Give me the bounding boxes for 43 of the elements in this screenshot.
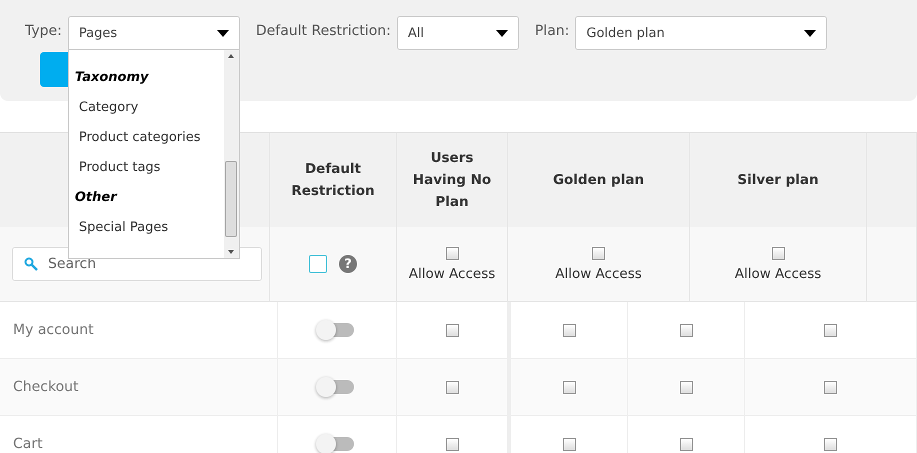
scroll-down-icon[interactable] (228, 250, 234, 254)
checkbox[interactable] (446, 324, 458, 336)
checkbox[interactable] (562, 380, 576, 394)
dropdown-option[interactable]: Product categories (68, 122, 224, 152)
caret-icon (496, 30, 508, 36)
allow-access-label: Allow Access (555, 266, 642, 282)
page-name: Cart (0, 416, 278, 453)
scroll-up-icon[interactable] (228, 54, 234, 58)
page-name: My account (0, 302, 278, 358)
plan-label: Plan: (534, 23, 570, 39)
checkbox[interactable] (592, 246, 605, 260)
dropdown-option[interactable]: Category (68, 92, 224, 122)
scrollbar-thumb[interactable] (225, 161, 238, 237)
checkbox[interactable] (680, 438, 692, 450)
default-restriction-select[interactable]: All (396, 16, 519, 50)
page-name: Checkout (0, 359, 278, 415)
checkbox[interactable] (824, 438, 837, 450)
checkbox[interactable] (772, 246, 784, 260)
checkbox[interactable] (446, 438, 458, 450)
checkbox[interactable] (446, 246, 458, 260)
scrollbar[interactable] (224, 50, 239, 258)
dropdown-option[interactable]: Special Pages (68, 212, 224, 242)
checkbox[interactable] (680, 324, 692, 336)
allow-access-label: Allow Access (734, 266, 822, 282)
checkbox[interactable] (824, 380, 837, 394)
type-select[interactable]: Pages (68, 16, 240, 50)
help-icon[interactable]: ? (339, 255, 357, 273)
dropdown-option[interactable]: Product tags (68, 152, 224, 182)
option-group-label: Taxonomy (74, 68, 150, 86)
allow-access-label: Allow Access (408, 266, 496, 282)
caret-icon (216, 30, 229, 36)
search-icon (24, 257, 38, 271)
caret-icon (804, 30, 816, 36)
checkbox[interactable] (824, 324, 837, 336)
checkbox[interactable] (446, 380, 458, 394)
plan-select[interactable]: Golden plan (575, 16, 828, 50)
checkbox[interactable] (562, 438, 576, 450)
type-label: Type: (25, 23, 62, 39)
checkbox[interactable] (562, 324, 576, 336)
option-group-label: Other (74, 188, 118, 206)
checkbox[interactable] (309, 255, 327, 273)
checkbox[interactable] (680, 380, 692, 394)
default-restriction-label: Default Restriction: (256, 23, 391, 39)
